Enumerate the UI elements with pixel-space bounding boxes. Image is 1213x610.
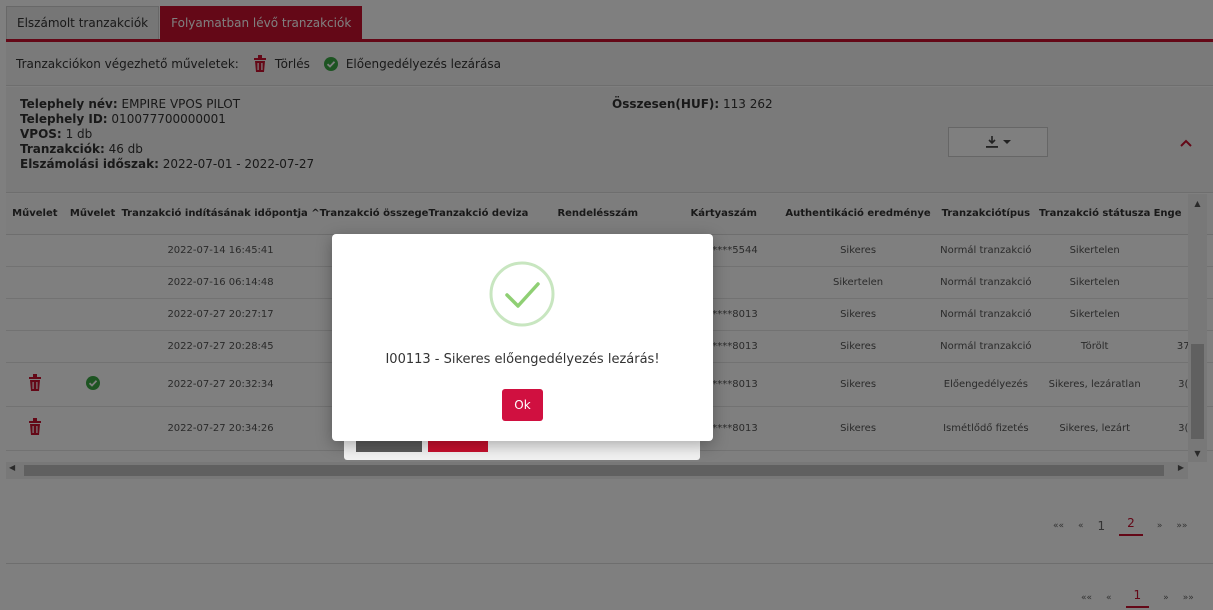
success-check-icon [489,261,555,327]
dialog-message: I00113 - Sikeres előengedélyezés lezárás… [385,352,660,367]
success-dialog: I00113 - Sikeres előengedélyezés lezárás… [332,234,713,441]
ok-button[interactable]: Ok [502,389,543,421]
